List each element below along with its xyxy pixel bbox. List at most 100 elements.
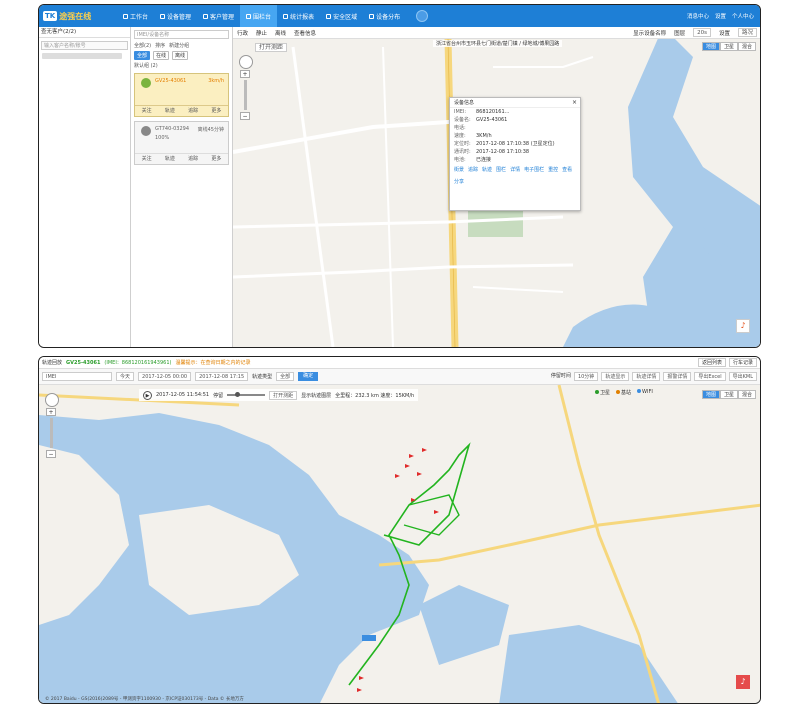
nav-reports[interactable]: 统计报表 (277, 5, 320, 27)
pan-control[interactable] (45, 393, 59, 407)
new-group-button[interactable]: 新建分组 (169, 42, 189, 49)
zoom-slider[interactable] (243, 80, 247, 110)
map-type-hybrid[interactable]: 混合 (737, 390, 756, 399)
map-type-satellite[interactable]: 卫星 (719, 390, 738, 399)
ranging-button[interactable]: 打开测距 (255, 43, 288, 52)
trace-button[interactable]: 追踪 (182, 154, 205, 164)
popup-link[interactable]: 查看 (562, 166, 572, 174)
nav-devices[interactable]: 设备管理 (154, 5, 197, 27)
stay-time-select[interactable]: 10分钟 (573, 372, 599, 381)
track-button[interactable]: 轨迹 (158, 154, 181, 164)
popup-link[interactable]: 轨迹 (482, 166, 492, 174)
imei-input[interactable]: IMEI (42, 372, 112, 381)
pan-control[interactable] (239, 55, 253, 69)
back-to-list-button[interactable]: 返回列表 (697, 358, 726, 367)
legend-static[interactable]: 静止 (256, 29, 267, 37)
popup-link[interactable]: 围栏 (496, 166, 506, 174)
zoom-out-button[interactable]: − (240, 112, 250, 120)
slider-handle[interactable] (235, 392, 241, 397)
nav-customers[interactable]: 客户管理 (197, 5, 240, 27)
popup-row: 设备名: GV25-43061 (454, 117, 508, 123)
more-button[interactable]: 更多 (205, 154, 228, 164)
zoom-in-button[interactable]: + (240, 70, 250, 78)
map-type-satellite[interactable]: 卫星 (719, 42, 738, 51)
live-map[interactable]: 行政 静止 离线 查看信息 显示设备名称 图层 20s 设置 路况 浙江省台州市… (233, 27, 760, 347)
popup-link[interactable]: 重控 (548, 166, 558, 174)
play-icon[interactable]: ▶ (143, 390, 152, 400)
day-select[interactable]: 今天 (116, 372, 135, 381)
legend-moving[interactable]: 行政 (237, 29, 248, 37)
client-tree-item[interactable] (42, 53, 122, 59)
show-track-layer-checkbox[interactable]: 显示轨迹图层 (301, 392, 331, 399)
map-type-hybrid[interactable]: 混合 (737, 42, 756, 51)
device-actions: 关注 轨迹 追踪 更多 (135, 105, 228, 116)
device-plate: GV25-43061 (66, 359, 101, 366)
map-provider-select[interactable]: 路况 (737, 28, 757, 37)
layers-toggle[interactable]: 图层 (674, 29, 685, 37)
status-filters: 全部 在线 离线 (131, 49, 232, 62)
nav-safe-area[interactable]: 安全区域 (320, 5, 363, 27)
export-kml-button[interactable]: 导出KML (728, 372, 757, 381)
track-detail-button[interactable]: 轨迹详情 (632, 372, 661, 381)
filter-online[interactable]: 在线 (153, 51, 170, 60)
popup-link[interactable]: 街景 (454, 166, 464, 174)
device-card[interactable]: GV25-43061 3km/h 关注 轨迹 追踪 更多 (134, 73, 229, 117)
map-type-map[interactable]: 地图 (701, 42, 720, 51)
popup-link[interactable]: 详情 (510, 166, 520, 174)
alarm-detail-button[interactable]: 报警详情 (663, 372, 692, 381)
profile-link[interactable]: 个人中心 (732, 12, 754, 20)
message-center[interactable]: 消息中心 (687, 12, 709, 20)
track-display-button[interactable]: 轨迹显示 (601, 372, 630, 381)
refresh-interval-select[interactable]: 20s (693, 28, 711, 37)
filter-all[interactable]: 全部 (134, 51, 151, 60)
view-info-link[interactable]: 查看信息 (294, 29, 316, 37)
map-settings[interactable]: 设置 (719, 29, 730, 37)
show-name-checkbox[interactable]: 显示设备名称 (633, 29, 666, 37)
ranging-button[interactable]: 打开测距 (269, 390, 298, 400)
all-devices-toggle[interactable]: 全部(2) (134, 42, 151, 49)
popup-link[interactable]: 分享 (454, 178, 464, 186)
popup-link[interactable]: 追踪 (468, 166, 478, 174)
legend-offline[interactable]: 离线 (275, 29, 286, 37)
zoom-slider[interactable] (49, 418, 53, 448)
nav-workbench[interactable]: 工作台 (117, 5, 154, 27)
user-menu: 消息中心 设置 个人中心 (687, 12, 760, 20)
device-search-input[interactable]: IMEI/设备名称 (134, 30, 229, 39)
device-actions: 关注 轨迹 追踪 更多 (135, 153, 228, 164)
settings-link[interactable]: 设置 (715, 12, 726, 20)
zoom-in-button[interactable]: + (46, 408, 56, 416)
export-excel-button[interactable]: 导出Excel (694, 372, 726, 381)
playback-map[interactable]: ▶ 2017-12-05 11:54:51 停留 打开测距 显示轨迹图层 全里程… (39, 385, 760, 703)
device-battery: 100% (155, 135, 170, 141)
more-button[interactable]: 更多 (205, 106, 228, 116)
alarm-bell-icon[interactable]: ♪ (736, 675, 750, 689)
close-icon[interactable]: × (572, 99, 577, 106)
default-group[interactable]: 默认组 (2) (131, 62, 232, 69)
client-search-input[interactable]: 输入客户名称/账号 (41, 41, 128, 50)
device-status-icon (141, 78, 151, 88)
follow-button[interactable]: 关注 (135, 154, 158, 164)
device-name: GV25-43061 (155, 78, 187, 84)
follow-button[interactable]: 关注 (135, 106, 158, 116)
driving-record-button[interactable]: 行车记录 (728, 358, 757, 367)
query-button[interactable]: 确定 (298, 372, 319, 381)
track-type-select[interactable]: 全部 (276, 372, 295, 381)
logo[interactable]: TK 途强在线 (39, 5, 113, 27)
end-time-input[interactable]: 2017-12-08 17:15 (195, 372, 249, 381)
map-type-map[interactable]: 地图 (701, 390, 720, 399)
popup-link[interactable]: 电子围栏 (524, 166, 544, 174)
device-card[interactable]: GT740-03294 离线45分钟 100% 关注 轨迹 追踪 更多 (134, 121, 229, 165)
track-button[interactable]: 轨迹 (158, 106, 181, 116)
alarm-bell-icon[interactable]: ♪ (736, 319, 750, 333)
filter-offline[interactable]: 离线 (172, 51, 189, 60)
popup-row: 定位时: 2017-12-08 17:10:38 (卫星定位) (454, 141, 555, 147)
nav-monitor[interactable]: 围栏台 (240, 5, 278, 27)
search-icon[interactable] (416, 10, 429, 22)
nav-distribution[interactable]: 设备分布 (363, 5, 406, 27)
zoom-out-button[interactable]: − (46, 450, 56, 458)
sort-button[interactable]: 排序 (155, 42, 165, 49)
start-time-input[interactable]: 2017-12-05 00:00 (138, 372, 192, 381)
trace-button[interactable]: 追踪 (182, 106, 205, 116)
playback-speed-slider[interactable] (227, 392, 266, 397)
device-status-icon (141, 126, 151, 136)
